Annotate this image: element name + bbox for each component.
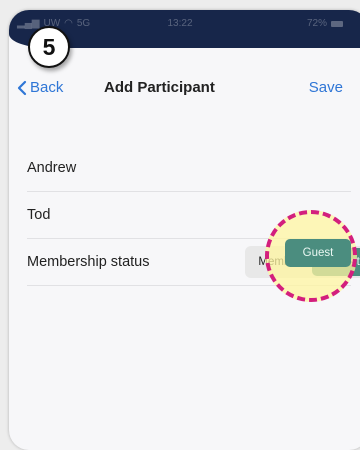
back-label: Back bbox=[30, 79, 64, 96]
back-button[interactable]: Back bbox=[16, 79, 63, 96]
status-time: 13:22 bbox=[167, 18, 193, 29]
chevron-left-icon bbox=[17, 80, 27, 95]
last-name-value: Tod bbox=[27, 207, 51, 223]
first-name-field[interactable]: Andrew bbox=[27, 145, 351, 192]
highlighted-guest-button[interactable]: Guest bbox=[285, 239, 351, 267]
page-title: Add Participant bbox=[104, 79, 215, 96]
first-name-value: Andrew bbox=[27, 160, 77, 176]
membership-label: Membership status bbox=[27, 254, 150, 270]
status-right: 72% bbox=[307, 18, 343, 29]
battery-label: 72% bbox=[306, 18, 327, 29]
step-number-badge: 5 bbox=[28, 26, 70, 68]
save-button[interactable]: Save bbox=[309, 79, 343, 96]
battery-icon bbox=[331, 20, 343, 27]
